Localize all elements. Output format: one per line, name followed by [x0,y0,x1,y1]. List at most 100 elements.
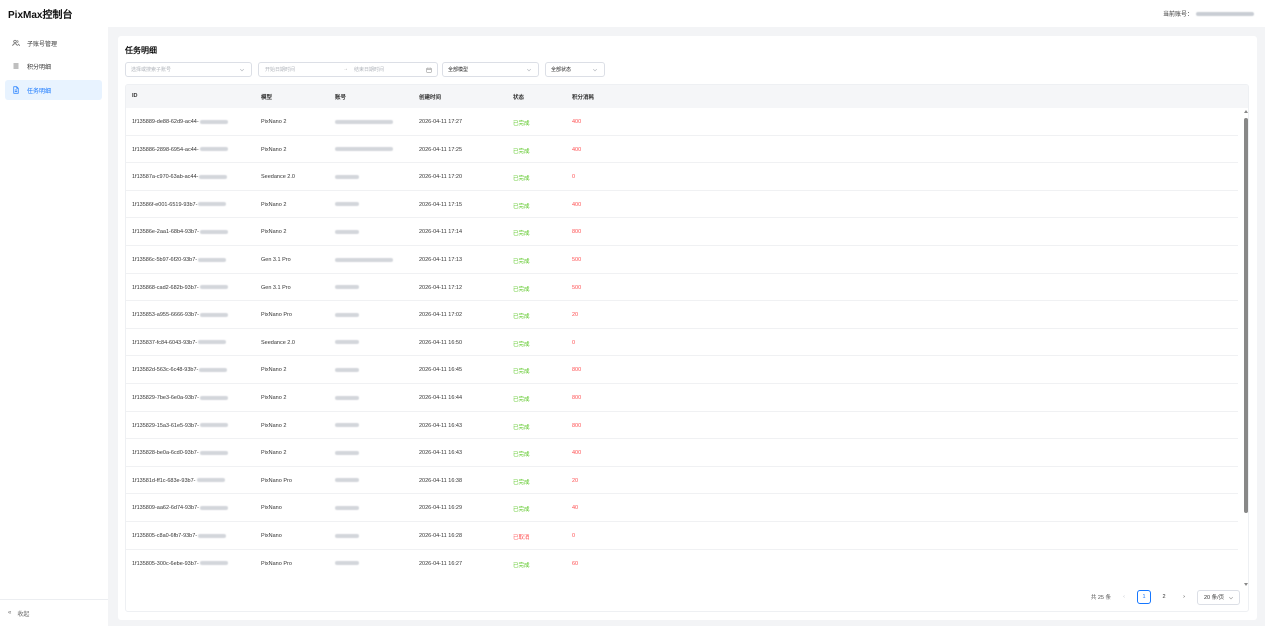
created-time-cell: 2026-04-11 17:25 [419,146,463,153]
account-redacted [335,340,359,345]
date-range-picker[interactable]: 开始日期时间 → 结束日期时间 [258,62,438,77]
scroll-down-arrow-icon[interactable] [1244,583,1248,586]
column-header-points: 积分消耗 [572,95,595,101]
table-row: 1f135889-de88-62d9-ac44- PixNano 2 2026-04… [126,108,1238,136]
page-button-1[interactable]: 1 [1137,590,1151,604]
top-bar: PixMax控制台 当前账号： [0,0,1265,27]
table-row: 1f135809-aa62-6d74-93b7- PixNano 2026-04-1… [126,494,1238,522]
chevron-down-icon [239,67,245,73]
account-cell [335,340,359,346]
model-cell: Seedance 2.0 [261,174,295,181]
scrollbar-thumb[interactable] [1244,118,1248,513]
page-size-select[interactable]: 20 条/页 [1197,589,1240,605]
end-date-input[interactable]: 结束日期时间 [354,66,384,73]
model-cell: Gen 3.1 Pro [261,284,291,291]
sub-account-placeholder: 选择或搜索子账号 [131,67,172,73]
task-id: 1f13586f-e001-6519-93b7- [132,201,198,208]
model-cell: PixNano 2 [261,422,287,429]
points-cell: 500 [572,257,582,263]
account-redacted [335,229,359,234]
chevron-down-icon [526,67,532,73]
task-id-redacted [199,312,228,317]
account-redacted [335,147,393,152]
points-cell: 800 [572,422,582,429]
task-id-cell: 1f135805-c8a0-6fb7-93b7- [132,533,227,539]
task-id-redacted [199,229,228,234]
page-button-2[interactable]: 2 [1157,590,1171,604]
calendar-icon [426,67,432,73]
account-redacted [335,202,359,207]
pagination: 共 25 条 ‹ 1 2 › 20 条/页 [1091,589,1240,605]
points-cell: 0 [572,174,576,181]
status-cell: 已完成 [513,341,530,348]
model-cell: PixNano 2 [261,395,287,401]
collapse-sidebar-button[interactable]: « 收起 [0,599,108,626]
table-row: 1f135805-c8a0-6fb7-93b7- PixNano 2026-04-1… [126,522,1238,550]
task-id: 1f135805-c8a0-6fb7-93b7- [132,533,198,539]
status-select[interactable]: 全部状态 [545,62,605,77]
collapse-label: 收起 [17,611,30,618]
account-redacted [335,312,359,317]
task-id-redacted [199,367,228,372]
page-title: 任务明细 [125,46,157,55]
model-cell: PixNano Pro [261,560,292,567]
task-id-cell: 1f135809-aa62-6d74-93b7- [132,505,228,511]
status-cell: 已完成 [513,259,530,265]
start-date-input[interactable]: 开始日期时间 [265,66,295,73]
task-id-redacted [199,147,228,152]
table-row: 1f13581d-ff1c-683e-93b7- PixNano Pro 2026-… [126,467,1238,495]
status-cell: 已完成 [513,203,530,210]
scroll-up-arrow-icon[interactable] [1244,110,1248,113]
task-id-cell: 1f13586f-e001-6519-93b7- [132,201,227,208]
status-select-value: 全部状态 [551,67,572,73]
model-cell: PixNano 2 [261,367,287,374]
status-cell: 已完成 [513,369,530,376]
next-page-button[interactable]: › [1177,590,1191,604]
account-redacted [335,561,359,566]
account-cell [335,285,359,291]
task-id: 1f135829-7be3-6e0a-93b7- [132,395,199,401]
sidebar-item-tasks[interactable]: 任务明细 [5,80,102,100]
task-id-redacted [199,505,228,510]
account-redacted [335,367,359,372]
prev-page-button[interactable]: ‹ [1117,590,1131,604]
status-cell: 已完成 [513,121,530,127]
created-time-cell: 2026-04-11 17:12 [419,284,463,291]
sidebar-item-points[interactable]: 积分明细 [5,56,102,76]
status-cell: 已完成 [513,562,530,569]
task-id: 1f135868-cad2-682b-93b7- [132,284,199,291]
account-cell [335,229,359,235]
created-time-cell: 2026-04-11 16:45 [419,367,463,374]
table-scrollbar[interactable] [1243,108,1248,588]
account-cell [335,119,393,125]
status-cell: 已完成 [513,397,530,403]
created-time-cell: 2026-04-11 16:50 [419,339,463,346]
model-select[interactable]: 全部模型 [442,62,539,77]
model-cell: PixNano [261,533,282,539]
status-cell: 已完成 [513,148,530,155]
created-time-cell: 2026-04-11 17:14 [419,229,463,236]
main-panel: 任务明细 选择或搜索子账号 开始日期时间 → 结束日期时间 全部模型 全部状态 … [118,36,1257,620]
task-id: 1f13586e-2aa1-68b4-93b7- [132,229,199,236]
task-id-redacted [198,202,227,207]
table-row: 1f135805-300c-6ebe-93b7- PixNano Pro 2026-… [126,550,1238,576]
chevron-down-icon [592,67,598,73]
points-cell: 0 [572,533,576,539]
sub-account-select[interactable]: 选择或搜索子账号 [125,62,252,77]
created-time-cell: 2026-04-11 17:15 [419,201,463,208]
model-cell: PixNano Pro [261,312,292,319]
points-cell: 800 [572,229,582,236]
created-time-cell: 2026-04-11 16:43 [419,422,463,429]
task-id-redacted [199,285,228,290]
account-redacted [335,285,359,290]
account-cell [335,202,359,208]
sidebar-item-sub-accounts[interactable]: 子账号管理 [5,33,102,53]
status-cell: 已完成 [513,231,530,238]
account-cell [335,450,359,456]
task-id-cell: 1f13587a-c970-63ab-ac44- [132,174,228,180]
points-cell: 400 [572,119,582,125]
task-id-cell: 1f135853-a955-6666-93b7- [132,312,228,318]
task-id: 1f135889-de88-62d9-ac44- [132,119,199,125]
created-time-cell: 2026-04-11 16:27 [419,560,463,567]
account-redacted [335,423,359,428]
